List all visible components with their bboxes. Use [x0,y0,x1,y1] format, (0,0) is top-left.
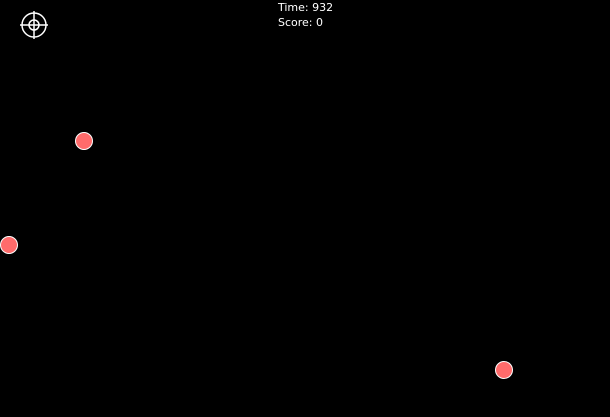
hud: Time: 932 Score: 0 [278,0,333,30]
time-display: Time: 932 [278,1,334,14]
target-ball[interactable] [75,132,93,150]
target-ball[interactable] [0,236,18,254]
target-ball[interactable] [495,361,513,379]
game-canvas[interactable]: Time: 932 Score: 0 [0,0,610,417]
score-display: Score: 0 [278,16,324,29]
crosshair-icon [20,11,48,39]
